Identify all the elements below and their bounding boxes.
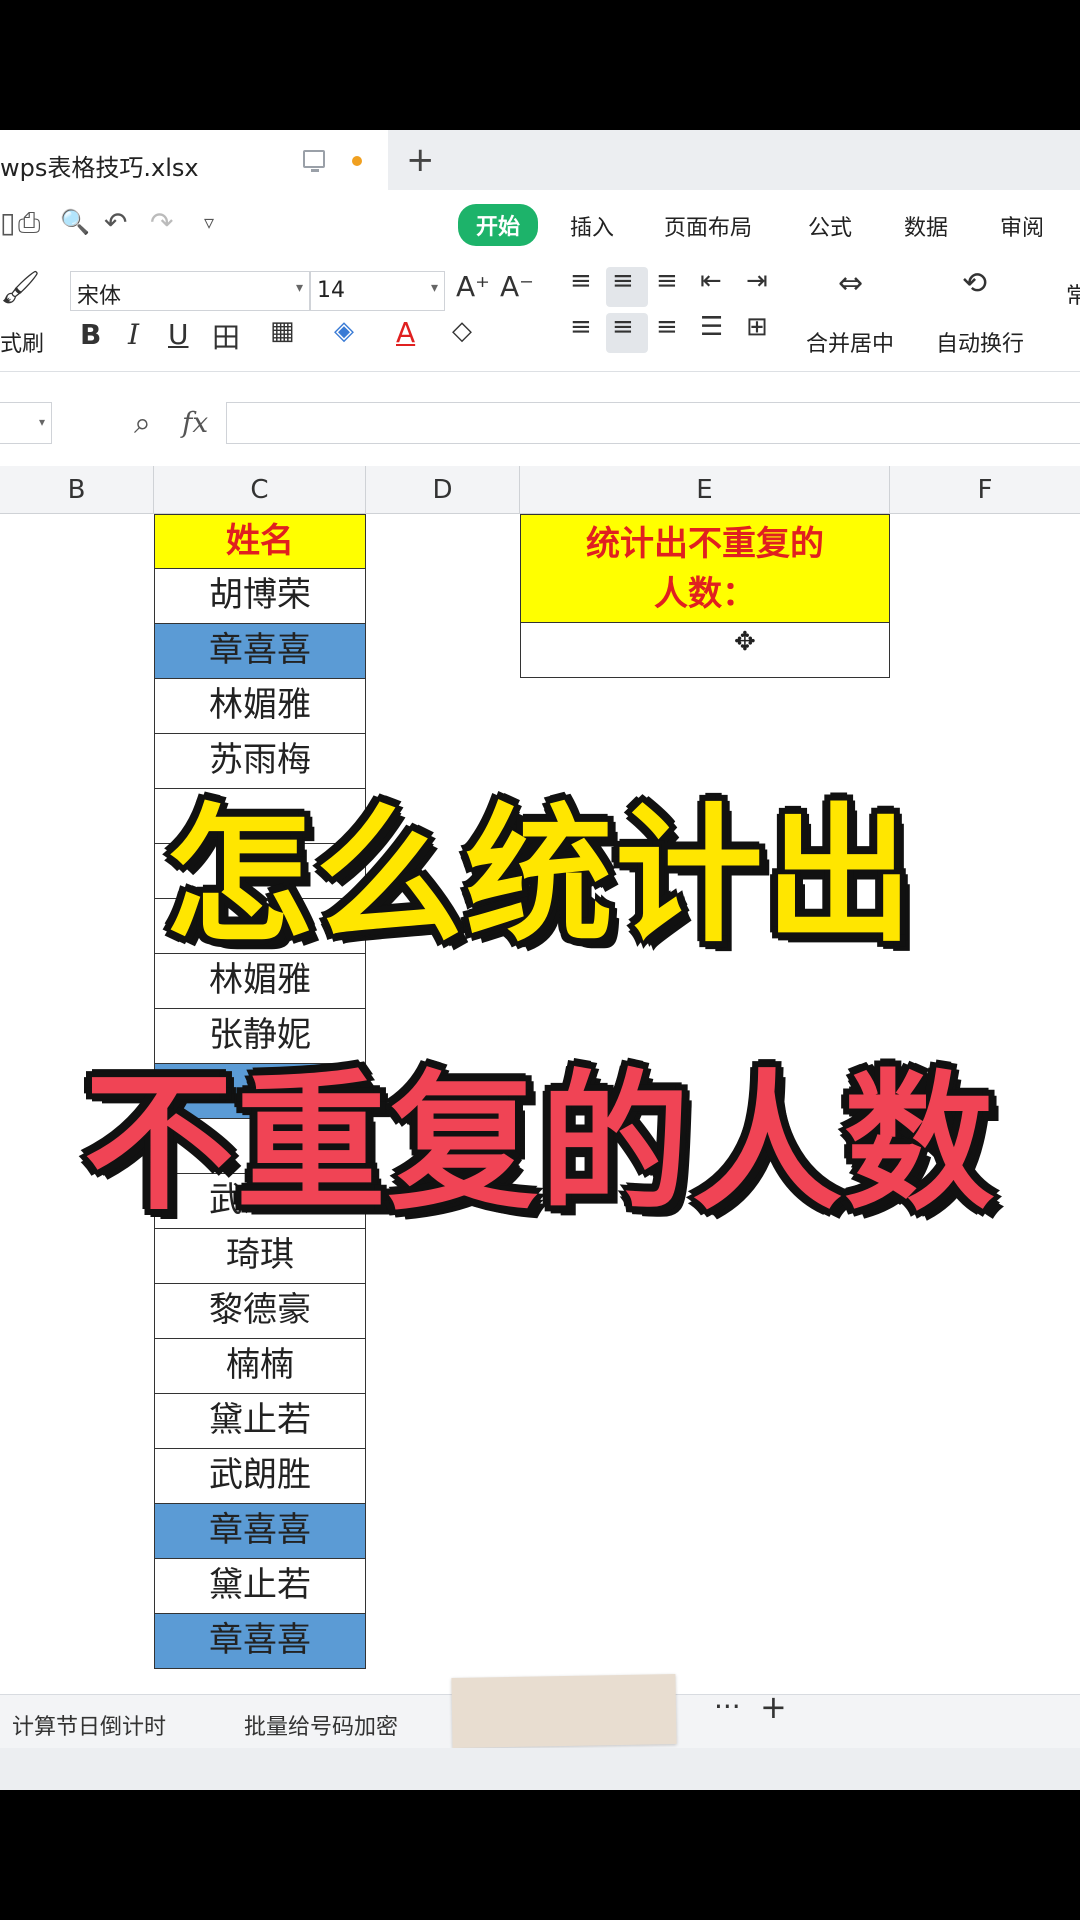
video-top-bar <box>0 0 1080 130</box>
align-middle-icon[interactable]: ≡ <box>612 266 634 296</box>
align-left-icon[interactable]: ≡ <box>570 312 592 342</box>
align-right-icon[interactable]: ≡ <box>656 312 678 342</box>
name-header-cell[interactable]: 姓名 <box>154 514 366 569</box>
new-tab-button[interactable]: + <box>406 140 435 180</box>
cell-cursor-icon: ✥ <box>734 627 756 657</box>
underline-button[interactable]: U <box>168 318 189 351</box>
grow-font-icon[interactable]: A⁺ <box>456 270 490 303</box>
document-title: wps表格技巧.xlsx <box>0 154 199 182</box>
menu-page-layout[interactable]: 页面布局 <box>664 210 752 242</box>
name-cell[interactable]: 楠楠 <box>154 1339 366 1394</box>
format-painter-icon[interactable]: 🖌 <box>0 268 41 306</box>
chevron-down-icon: ▾ <box>430 280 438 296</box>
column-header-f[interactable]: F <box>890 466 1080 514</box>
increase-indent-icon[interactable]: ⇥ <box>746 266 768 296</box>
save-icon[interactable]: ▯ <box>0 206 15 239</box>
wrap-text-button[interactable]: 自动换行 <box>936 326 1024 358</box>
print-preview-icon[interactable]: 🔍 <box>60 208 90 236</box>
print-icon[interactable]: ⎙ <box>18 206 40 240</box>
insert-function-button[interactable]: fx <box>182 406 208 439</box>
video-bottom-bar <box>0 1790 1080 1920</box>
cell-style-icon[interactable]: ▦ <box>270 316 295 346</box>
name-cell[interactable]: 章喜喜 <box>154 1504 366 1559</box>
wrap-text-icon[interactable]: ⟲ <box>962 266 987 301</box>
caption-line2: 不重复的人数 <box>83 1057 996 1231</box>
sheet-tab-countdown[interactable]: 计算节日倒计时 <box>12 1709 166 1741</box>
name-cell[interactable]: 黛止若 <box>154 1394 366 1449</box>
merge-center-icon[interactable]: ⇔ <box>838 266 863 301</box>
format-painter-label[interactable]: 式刷 <box>0 326 44 358</box>
menu-review[interactable]: 审阅 <box>1000 210 1044 242</box>
more-icon[interactable]: ▿ <box>204 210 214 234</box>
menu-home[interactable]: 开始 <box>458 204 539 246</box>
distribute-icon[interactable]: ⊞ <box>746 312 768 342</box>
redo-icon[interactable]: ↷ <box>150 206 173 239</box>
task-box: 统计出不重复的 人数： ✥ <box>520 514 890 678</box>
name-cell[interactable]: 武朗胜 <box>154 1449 366 1504</box>
column-header-d[interactable]: D <box>366 466 520 514</box>
border-icon[interactable]: 田 <box>212 316 240 356</box>
task-title-cell[interactable]: 统计出不重复的 人数： <box>521 515 889 623</box>
spreadsheet-app: wps表格技巧.xlsx + ▯ ⎙ 🔍 ↶ ↷ ▿ 开始 插入 页面布局 公式… <box>0 130 1080 1790</box>
menu-formula[interactable]: 公式 <box>808 210 852 242</box>
caption-line1: 怎么统计出 <box>165 790 915 962</box>
name-cell[interactable]: 章喜喜 <box>154 1614 366 1669</box>
unsaved-dot-icon <box>352 156 362 166</box>
document-tab[interactable]: wps表格技巧.xlsx <box>0 130 388 190</box>
font-size-select[interactable]: 14 ▾ <box>310 271 445 311</box>
name-cell[interactable]: 胡博荣 <box>154 569 366 624</box>
fill-color-icon[interactable]: ◈ <box>334 316 354 346</box>
title-bar: wps表格技巧.xlsx + <box>0 130 1080 190</box>
menu-data[interactable]: 数据 <box>904 210 948 242</box>
italic-button[interactable]: I <box>128 318 139 351</box>
merge-center-button[interactable]: 合并居中 <box>806 326 894 358</box>
decrease-indent-icon[interactable]: ⇤ <box>700 266 722 296</box>
task-title-line2: 人数： <box>654 574 756 614</box>
column-header-e[interactable]: E <box>520 466 890 514</box>
chevron-down-icon: ▾ <box>295 280 303 296</box>
align-bottom-icon[interactable]: ≡ <box>656 266 678 296</box>
name-cell[interactable]: 黎德豪 <box>154 1284 366 1339</box>
shrink-font-icon[interactable]: A⁻ <box>500 270 534 303</box>
undo-icon[interactable]: ↶ <box>104 206 127 239</box>
cell-style-dropdown[interactable]: 常 <box>1066 278 1080 310</box>
name-cell[interactable]: 章喜喜 <box>154 624 366 679</box>
more-sheets-button[interactable]: ··· <box>714 1690 741 1723</box>
chevron-down-icon: ▾ <box>38 415 45 429</box>
menu-insert[interactable]: 插入 <box>570 210 614 242</box>
formula-input[interactable] <box>226 402 1080 444</box>
name-cell[interactable]: 黛止若 <box>154 1559 366 1614</box>
add-sheet-button[interactable]: + <box>760 1688 787 1726</box>
sheet-tab-mask-numbers[interactable]: 批量给号码加密 <box>244 1709 398 1741</box>
justify-icon[interactable]: ☰ <box>700 312 723 342</box>
font-name-select[interactable]: 宋体 ▾ <box>70 271 310 311</box>
column-header-row: B C D E F <box>0 466 1080 514</box>
font-color-icon[interactable]: A <box>396 316 415 349</box>
task-title-line1: 统计出不重复的 <box>586 524 824 564</box>
menu-row: ▯ ⎙ 🔍 ↶ ↷ ▿ 开始 插入 页面布局 公式 数据 审阅 <box>0 190 1080 256</box>
font-size-value: 14 <box>317 278 345 303</box>
status-bar <box>0 1748 1080 1790</box>
name-box[interactable]: ▾ <box>0 402 52 444</box>
align-top-icon[interactable]: ≡ <box>570 266 592 296</box>
bold-button[interactable]: B <box>80 318 101 351</box>
tape-sticker <box>451 1674 677 1748</box>
align-center-icon[interactable]: ≡ <box>612 312 634 342</box>
name-cell[interactable]: 林媚雅 <box>154 679 366 734</box>
column-header-c[interactable]: C <box>154 466 366 514</box>
font-name-value: 宋体 <box>77 284 122 309</box>
monitor-icon[interactable] <box>303 150 325 172</box>
column-header-b[interactable]: B <box>0 466 154 514</box>
clear-format-icon[interactable]: ◇ <box>452 316 472 346</box>
zoom-icon[interactable]: ⌕ <box>134 406 151 441</box>
